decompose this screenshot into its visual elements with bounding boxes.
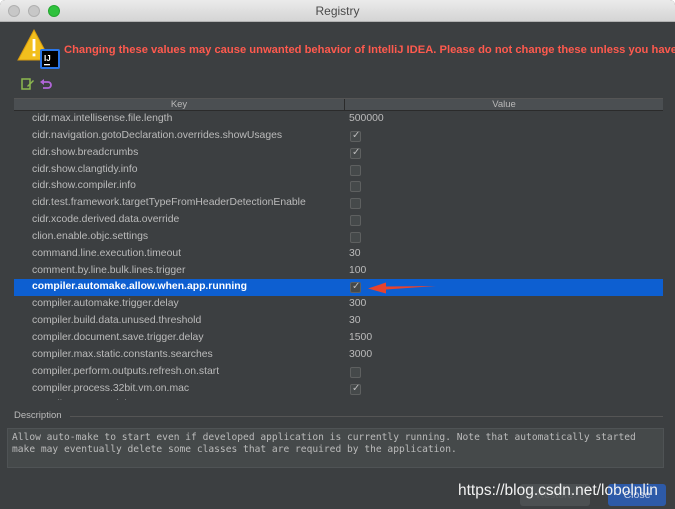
checkmark-icon: ✓ xyxy=(352,382,361,394)
table-row[interactable]: compiler.process.32bit.vm.on.mac ✓ xyxy=(14,381,663,398)
value-checkbox[interactable] xyxy=(350,181,361,193)
watermark: https://blog.csdn.net/lobolnlin xyxy=(458,482,658,499)
description-text: Allow auto-make to start even if develop… xyxy=(7,428,664,468)
value-checkbox[interactable] xyxy=(350,198,361,210)
value-checkbox[interactable] xyxy=(350,366,361,378)
registry-window: Registry IJ Changing these values may ca… xyxy=(0,0,675,509)
registry-key: cidr.navigation.gotoDeclaration.override… xyxy=(32,129,283,141)
registry-value[interactable]: 3000 xyxy=(349,347,372,364)
window-title: Registry xyxy=(315,4,360,18)
table-row[interactable]: compiler.max.static.constants.searches 30… xyxy=(14,347,663,364)
table-row[interactable]: command.line.execution.timeout 30 xyxy=(14,246,663,263)
description-label: Description xyxy=(14,410,62,421)
registry-key: compiler.max.static.constants.searches xyxy=(32,348,213,360)
table-row[interactable]: compiler.automake.trigger.delay 300 xyxy=(14,296,663,313)
warning-icon: IJ xyxy=(17,28,60,69)
description-divider xyxy=(70,416,663,417)
table-row[interactable]: compiler.document.save.trigger.delay 1500 xyxy=(14,330,663,347)
table-header: Key Value xyxy=(14,98,663,111)
registry-key: cidr.xcode.derived.data.override xyxy=(32,214,180,226)
table-row[interactable]: cidr.xcode.derived.data.override xyxy=(14,212,663,229)
registry-key: compiler.build.data.unused.threshold xyxy=(32,315,202,327)
value-checkbox[interactable] xyxy=(350,215,361,227)
registry-key: compiler.perform.outputs.refresh.on.star… xyxy=(32,365,220,377)
registry-table: Key Value cidr.max.intellisense.file.len… xyxy=(14,98,663,400)
checkmark-icon: ✓ xyxy=(352,129,361,141)
registry-value[interactable]: 100 xyxy=(349,263,366,280)
warning-message: Changing these values may cause unwanted… xyxy=(64,44,675,56)
registry-key: cidr.show.clangtidy.info xyxy=(32,163,138,175)
registry-key: cidr.show.breadcrumbs xyxy=(32,146,139,158)
registry-key: clion.enable.objc.settings xyxy=(32,230,149,242)
checkmark-icon: ✓ xyxy=(352,146,361,158)
registry-value[interactable]: 300 xyxy=(349,296,366,313)
value-checkbox[interactable]: ✓ xyxy=(350,146,361,159)
column-header-value[interactable]: Value xyxy=(345,99,663,111)
registry-key: cidr.show.compiler.info xyxy=(32,180,136,192)
svg-text:IJ: IJ xyxy=(44,54,51,63)
value-checkbox[interactable]: ✓ xyxy=(350,281,361,294)
value-checkbox[interactable]: ✓ xyxy=(350,129,361,142)
registry-value[interactable]: 500000 xyxy=(349,111,384,128)
table-row[interactable]: cidr.show.compiler.info xyxy=(14,178,663,195)
registry-value[interactable]: 30 xyxy=(349,313,361,330)
table-row[interactable]: comment.by.line.bulk.lines.trigger 100 xyxy=(14,263,663,280)
table-row[interactable]: compiler.process.debug.port -1 xyxy=(14,397,663,400)
value-checkbox[interactable] xyxy=(350,164,361,176)
value-checkbox[interactable] xyxy=(350,231,361,243)
table-row[interactable]: clion.enable.objc.settings xyxy=(14,229,663,246)
registry-value[interactable]: 30 xyxy=(349,246,361,263)
revert-icon[interactable] xyxy=(39,77,53,91)
registry-key: compiler.document.save.trigger.delay xyxy=(32,331,204,343)
table-row[interactable]: compiler.perform.outputs.refresh.on.star… xyxy=(14,364,663,381)
table-row[interactable]: cidr.navigation.gotoDeclaration.override… xyxy=(14,128,663,145)
registry-key: cidr.max.intellisense.file.length xyxy=(32,113,173,124)
table-row[interactable]: compiler.build.data.unused.threshold 30 xyxy=(14,313,663,330)
registry-key: comment.by.line.bulk.lines.trigger xyxy=(32,264,186,276)
value-checkbox[interactable]: ✓ xyxy=(350,382,361,395)
table-row[interactable]: cidr.test.framework.targetTypeFromHeader… xyxy=(14,195,663,212)
table-body: cidr.max.intellisense.file.length 500000 c… xyxy=(14,111,663,400)
registry-key: cidr.test.framework.targetTypeFromHeader… xyxy=(32,197,306,209)
registry-key: compiler.process.debug.port xyxy=(32,397,163,400)
edit-icon[interactable] xyxy=(21,77,35,91)
table-row[interactable]: compiler.automake.allow.when.app.running… xyxy=(14,279,663,297)
table-row[interactable]: cidr.max.intellisense.file.length 500000 xyxy=(14,111,663,128)
registry-value[interactable]: 1500 xyxy=(349,330,372,347)
table-row[interactable]: cidr.show.breadcrumbs ✓ xyxy=(14,145,663,162)
title-bar: Registry xyxy=(0,0,675,22)
registry-value[interactable]: -1 xyxy=(349,397,358,400)
checkmark-icon: ✓ xyxy=(352,281,361,293)
column-header-key[interactable]: Key xyxy=(14,99,345,111)
registry-key: compiler.automake.trigger.delay xyxy=(32,298,179,310)
registry-key: compiler.process.32bit.vm.on.mac xyxy=(32,382,190,394)
table-row[interactable]: cidr.show.clangtidy.info xyxy=(14,162,663,179)
registry-key: compiler.automake.allow.when.app.running xyxy=(32,281,247,293)
annotation-arrow-icon xyxy=(368,282,436,294)
registry-key: command.line.execution.timeout xyxy=(32,247,182,259)
